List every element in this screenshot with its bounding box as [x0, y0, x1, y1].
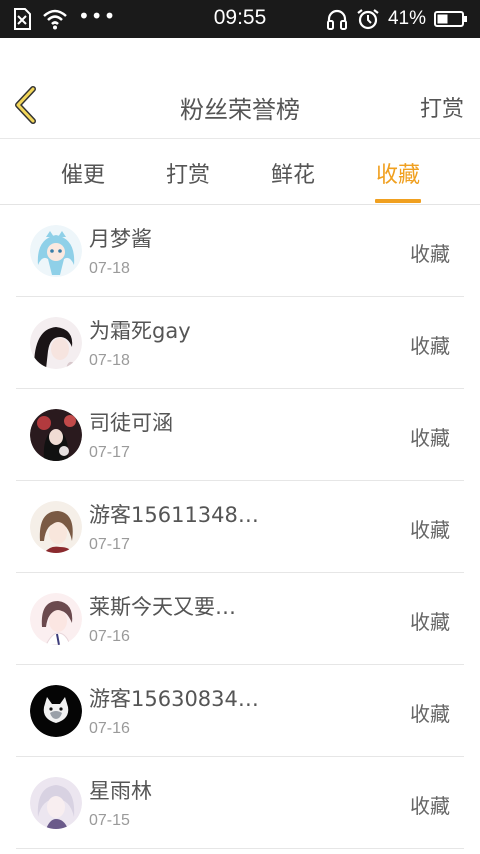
fan-action: 收藏	[410, 610, 450, 634]
fan-action: 收藏	[410, 702, 450, 726]
fan-date: 07-17	[89, 536, 130, 553]
battery-icon	[434, 11, 467, 27]
avatar	[30, 317, 82, 369]
tab-reward[interactable]: 打赏	[148, 157, 228, 189]
fan-name: 游客15611348…	[89, 503, 259, 527]
fan-action: 收藏	[410, 794, 450, 818]
status-right-icons: 41%	[326, 7, 468, 31]
fan-name: 游客15630834…	[89, 687, 259, 711]
fan-date: 07-18	[89, 352, 130, 369]
headphones-icon	[326, 9, 347, 30]
fan-date: 07-18	[89, 260, 130, 277]
fan-date: 07-16	[89, 628, 130, 645]
divider	[16, 848, 464, 849]
avatar	[30, 501, 82, 553]
fan-action: 收藏	[410, 426, 450, 450]
fan-action: 收藏	[410, 518, 450, 542]
battery-percent: 41%	[387, 8, 426, 29]
list-item[interactable]: 月梦酱 07-18 收藏	[0, 205, 480, 297]
avatar	[30, 593, 82, 645]
tab-favorites-label: 收藏	[375, 163, 420, 188]
fan-name: 星雨林	[89, 779, 152, 803]
fan-date: 07-16	[89, 720, 130, 737]
header: 粉丝荣誉榜 打赏	[0, 38, 480, 139]
fan-name: 月梦酱	[89, 227, 152, 251]
reward-button[interactable]: 打赏	[420, 91, 464, 123]
avatar	[30, 777, 82, 829]
avatar	[30, 409, 82, 461]
fan-date: 07-15	[89, 812, 130, 829]
fan-list: 月梦酱 07-18 收藏 为霜死gay 07-18 收藏 司徒可涵 07-17 …	[0, 205, 480, 849]
tab-urge[interactable]: 催更	[43, 157, 123, 189]
alarm-icon	[357, 9, 379, 30]
fan-name: 莱斯今天又要…	[89, 595, 236, 619]
fan-action: 收藏	[410, 334, 450, 358]
avatar	[30, 685, 82, 737]
list-item[interactable]: 莱斯今天又要… 07-16 收藏	[0, 573, 480, 665]
list-item[interactable]: 司徒可涵 07-17 收藏	[0, 389, 480, 481]
avatar	[30, 225, 82, 277]
tab-flowers[interactable]: 鲜花	[253, 157, 333, 189]
tab-favorites[interactable]: 收藏	[358, 157, 438, 203]
list-item[interactable]: 游客15611348… 07-17 收藏	[0, 481, 480, 573]
fan-action: 收藏	[410, 242, 450, 266]
page-title: 粉丝荣誉榜	[180, 96, 300, 124]
active-tab-indicator	[375, 199, 421, 203]
status-bar: ••• 09:55 41%	[0, 0, 480, 38]
fan-name: 司徒可涵	[89, 411, 173, 435]
tab-bar: 催更 打赏 鲜花 收藏	[0, 139, 480, 205]
list-item[interactable]: 游客15630834… 07-16 收藏	[0, 665, 480, 757]
fan-date: 07-17	[89, 444, 130, 461]
fan-name: 为霜死gay	[89, 319, 191, 343]
list-item[interactable]: 星雨林 07-15 收藏	[0, 757, 480, 849]
list-item[interactable]: 为霜死gay 07-18 收藏	[0, 297, 480, 389]
